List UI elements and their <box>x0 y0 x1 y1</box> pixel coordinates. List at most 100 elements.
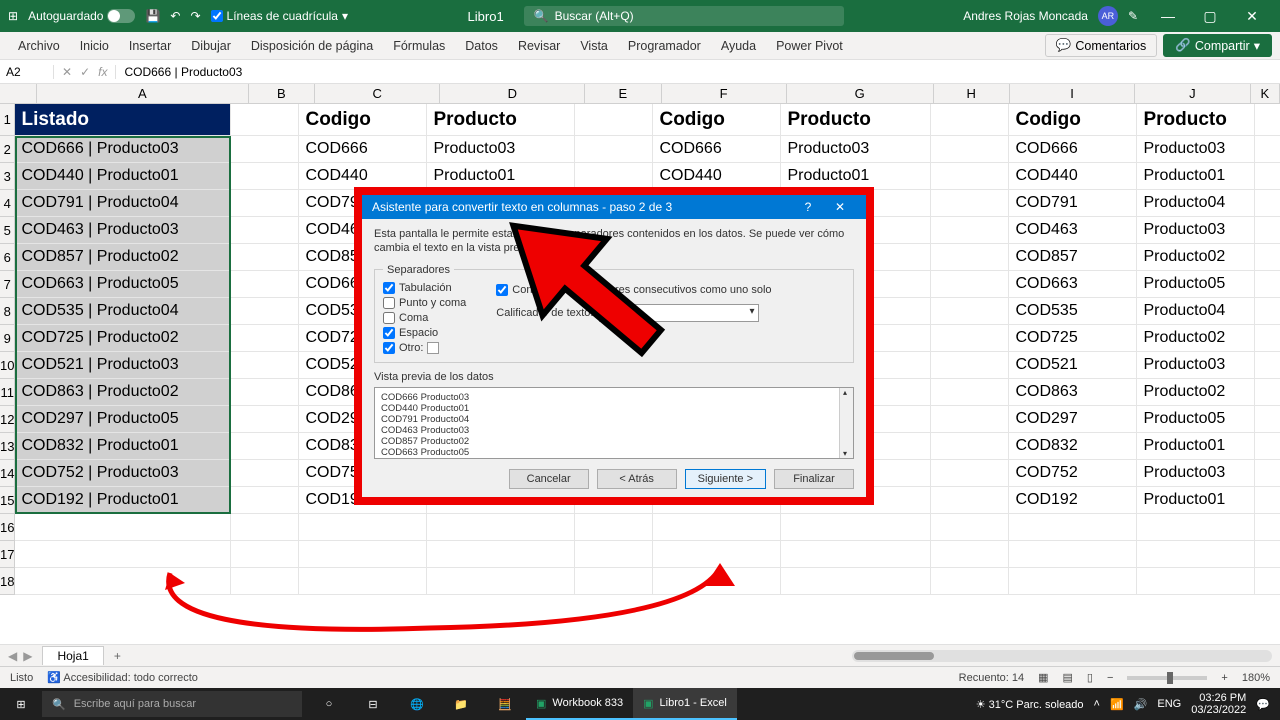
cell[interactable] <box>1255 514 1280 541</box>
back-button[interactable]: < Atrás <box>597 469 677 489</box>
cell[interactable]: Producto03 <box>1137 352 1255 379</box>
cell[interactable] <box>299 514 427 541</box>
next-button[interactable]: Siguiente > <box>685 469 766 489</box>
avatar[interactable]: AR <box>1098 6 1118 26</box>
row-header[interactable]: 3 <box>0 163 15 190</box>
zoom-out-icon[interactable]: − <box>1107 672 1113 684</box>
cell[interactable] <box>231 244 299 271</box>
sep-tab-checkbox[interactable]: Tabulación <box>383 282 466 294</box>
cell[interactable] <box>231 541 299 568</box>
tray-chevron-icon[interactable]: ˄ <box>1094 698 1100 710</box>
sheet-next-icon[interactable]: ▶ <box>23 649 32 663</box>
cell[interactable] <box>231 487 299 514</box>
cell[interactable] <box>575 163 653 190</box>
cell[interactable] <box>931 541 1009 568</box>
cell[interactable]: Producto04 <box>1137 190 1255 217</box>
dialog-close-button[interactable]: ✕ <box>824 200 856 214</box>
cell[interactable]: Codigo <box>1009 104 1137 136</box>
formula-input[interactable]: COD666 | Producto03 <box>116 65 1280 79</box>
cell[interactable]: Producto <box>781 104 931 136</box>
cell[interactable] <box>931 244 1009 271</box>
cell[interactable] <box>931 271 1009 298</box>
gridlines-checkbox[interactable]: Líneas de cuadrícula ▾ <box>211 9 348 23</box>
qualifier-select[interactable] <box>599 304 759 322</box>
cell[interactable]: COD857 <box>1009 244 1137 271</box>
language-indicator[interactable]: ENG <box>1157 698 1181 710</box>
cell[interactable] <box>931 406 1009 433</box>
cell[interactable] <box>1255 352 1280 379</box>
row-header[interactable]: 1 <box>0 104 15 136</box>
cell[interactable] <box>231 514 299 541</box>
cell[interactable]: COD832 | Producto01 <box>15 433 231 460</box>
zoom-in-icon[interactable]: + <box>1221 672 1227 684</box>
user-name[interactable]: Andres Rojas Moncada <box>963 9 1088 23</box>
cell[interactable] <box>231 406 299 433</box>
cell[interactable] <box>653 514 781 541</box>
tab-inicio[interactable]: Inicio <box>70 32 119 59</box>
cell[interactable]: Producto03 <box>1137 136 1255 163</box>
tab-programador[interactable]: Programador <box>618 32 711 59</box>
cell[interactable]: Producto02 <box>1137 379 1255 406</box>
row-header[interactable]: 7 <box>0 271 15 298</box>
cell[interactable] <box>427 568 575 595</box>
cell[interactable] <box>231 433 299 460</box>
cell[interactable]: COD666 | Producto03 <box>15 136 231 163</box>
name-box[interactable]: A2 <box>0 65 54 79</box>
dialog-help-button[interactable]: ? <box>792 200 824 214</box>
row-header[interactable]: 18 <box>0 568 15 595</box>
col-header[interactable]: I <box>1010 84 1135 104</box>
tab-formulas[interactable]: Fórmulas <box>383 32 455 59</box>
cell[interactable] <box>231 325 299 352</box>
cell[interactable] <box>931 379 1009 406</box>
col-header[interactable]: E <box>585 84 661 104</box>
cell[interactable] <box>1137 514 1255 541</box>
cell[interactable]: Producto01 <box>1137 163 1255 190</box>
notifications-icon[interactable]: 💬 <box>1256 698 1270 711</box>
tab-datos[interactable]: Datos <box>455 32 508 59</box>
cell[interactable]: Producto01 <box>1137 433 1255 460</box>
cell[interactable]: Listado <box>15 104 231 136</box>
close-button[interactable]: ✕ <box>1232 4 1272 28</box>
taskbar-app[interactable]: ▣Libro1 - Excel <box>633 688 737 720</box>
cell[interactable] <box>1009 514 1137 541</box>
undo-icon[interactable]: ↶ <box>170 9 180 23</box>
cell[interactable] <box>931 136 1009 163</box>
cell[interactable] <box>1255 104 1280 136</box>
sheet-tab[interactable]: Hoja1 <box>42 646 103 665</box>
cell[interactable]: COD463 <box>1009 217 1137 244</box>
cell[interactable] <box>1009 568 1137 595</box>
cell[interactable] <box>1255 487 1280 514</box>
cell[interactable]: COD440 <box>299 163 427 190</box>
cell[interactable] <box>231 271 299 298</box>
sep-comma-checkbox[interactable]: Coma <box>383 312 466 324</box>
cell[interactable]: COD857 | Producto02 <box>15 244 231 271</box>
tab-powerpivot[interactable]: Power Pivot <box>766 32 853 59</box>
cell[interactable]: COD791 | Producto04 <box>15 190 231 217</box>
redo-icon[interactable]: ↷ <box>190 9 200 23</box>
cell[interactable] <box>1255 325 1280 352</box>
row-header[interactable]: 11 <box>0 379 15 406</box>
cell[interactable]: COD666 <box>653 136 781 163</box>
cell[interactable]: COD192 | Producto01 <box>15 487 231 514</box>
cell[interactable] <box>781 568 931 595</box>
cell[interactable] <box>1255 541 1280 568</box>
cancel-formula-icon[interactable]: ✕ <box>62 65 72 79</box>
row-header[interactable]: 17 <box>0 541 15 568</box>
cell[interactable]: Producto02 <box>1137 244 1255 271</box>
dialog-titlebar[interactable]: Asistente para convertir texto en column… <box>362 195 866 219</box>
col-header[interactable]: A <box>37 84 248 104</box>
volume-icon[interactable]: 🔊 <box>1134 698 1148 711</box>
row-header[interactable]: 12 <box>0 406 15 433</box>
cell[interactable]: COD863 <box>1009 379 1137 406</box>
col-header[interactable]: K <box>1251 84 1280 104</box>
pen-icon[interactable]: ✎ <box>1128 9 1138 23</box>
sep-other-checkbox[interactable]: Otro: <box>383 342 466 354</box>
cell[interactable]: COD791 <box>1009 190 1137 217</box>
cell[interactable]: COD521 | Producto03 <box>15 352 231 379</box>
consec-checkbox[interactable]: Considerar separadores consecutivos como… <box>496 284 845 296</box>
edge-icon[interactable]: 🌐 <box>396 688 438 720</box>
cell[interactable] <box>931 433 1009 460</box>
cell[interactable]: Producto02 <box>1137 325 1255 352</box>
cell[interactable] <box>1255 163 1280 190</box>
cell[interactable]: COD521 <box>1009 352 1137 379</box>
